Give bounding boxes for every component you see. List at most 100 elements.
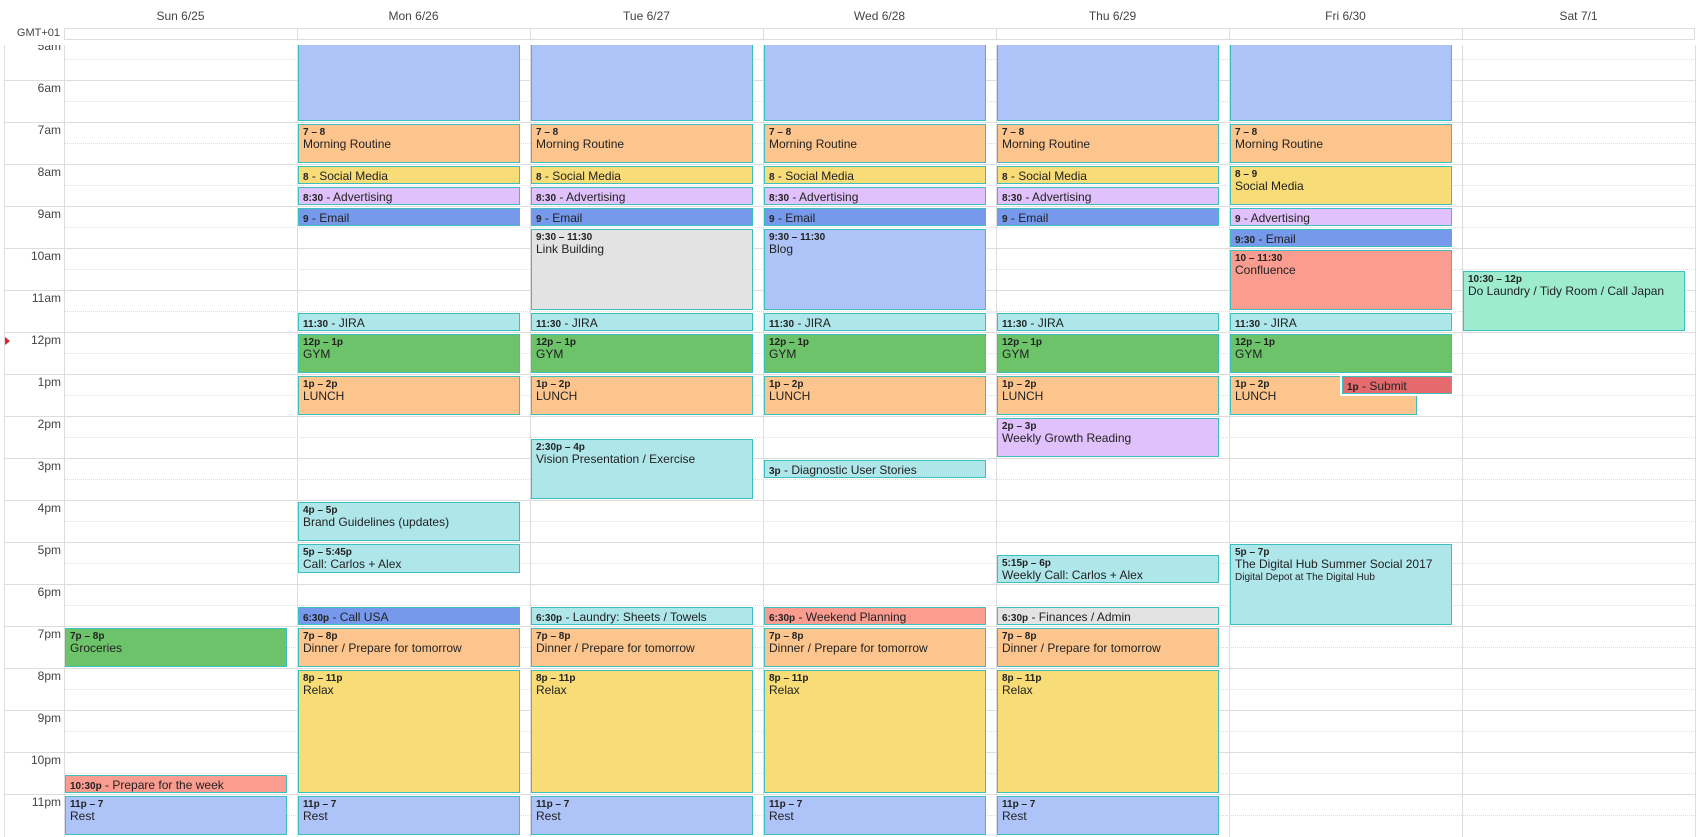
calendar-event[interactable]: 7 – 8 Morning Routine	[1230, 124, 1452, 163]
event-time: 8:30	[536, 193, 557, 204]
event-title: Advertising	[333, 190, 393, 204]
calendar-event[interactable]: 12p – 1p GYM	[1230, 334, 1452, 373]
calendar-event[interactable]	[531, 45, 753, 121]
calendar-event[interactable]	[764, 45, 986, 121]
calendar-event[interactable]: 7p – 8p Groceries	[65, 628, 287, 667]
calendar-event[interactable]: 1p – 2p LUNCH	[764, 376, 986, 415]
calendar-event[interactable]: 10:30p - Prepare for the week	[65, 775, 287, 793]
day-header[interactable]: Fri 6/30	[1229, 9, 1462, 23]
calendar-event[interactable]: 12p – 1p GYM	[531, 334, 753, 373]
calendar-event[interactable]: 6:30p - Weekend Planning	[764, 607, 986, 625]
event-title: Morning Routine	[1235, 137, 1324, 151]
calendar-event[interactable]: 7 – 8 Morning Routine	[298, 124, 520, 163]
calendar-event[interactable]: 12p – 1p GYM	[298, 334, 520, 373]
event-title: Diagnostic User Stories	[791, 463, 917, 477]
event-title: GYM	[1002, 347, 1030, 361]
hour-gridline	[5, 206, 1696, 207]
calendar-event[interactable]: 8:30 - Advertising	[764, 187, 986, 205]
calendar-event[interactable]: 8 - Social Media	[298, 166, 520, 184]
calendar-event[interactable]: 9 - Email	[997, 208, 1219, 226]
calendar-event[interactable]: 7 – 8 Morning Routine	[997, 124, 1219, 163]
calendar-event[interactable]: 11p – 7 Rest	[65, 796, 287, 835]
calendar-event[interactable]: 1p – 2p LUNCH	[298, 376, 520, 415]
calendar-event[interactable]: 7p – 8p Dinner / Prepare for tomorrow	[997, 628, 1219, 667]
calendar-event[interactable]: 8p – 11p Relax	[997, 670, 1219, 793]
calendar-event[interactable]: 12p – 1p GYM	[997, 334, 1219, 373]
calendar-event[interactable]: 8p – 11p Relax	[531, 670, 753, 793]
event-time: 12p – 1p	[1002, 337, 1043, 348]
calendar-event[interactable]: 2p – 3p Weekly Growth Reading	[997, 418, 1219, 457]
calendar-event[interactable]: 5:15p – 6p Weekly Call: Carlos + Alex	[997, 554, 1219, 583]
calendar-event[interactable]: 9 - Email	[531, 208, 753, 226]
event-title: Rest	[303, 809, 328, 823]
event-separator: -	[561, 316, 572, 330]
calendar-event[interactable]	[298, 45, 520, 121]
calendar-event[interactable]: 7p – 8p Dinner / Prepare for tomorrow	[531, 628, 753, 667]
time-grid[interactable]: 5am 6am 7am 8am 9am 10am 11am 12pm 1pm 2pm 3pm 4pm 5…	[4, 45, 1696, 837]
calendar-event[interactable]: 6:30p - Finances / Admin	[997, 607, 1219, 625]
calendar-event[interactable]: 2:30p – 4p Vision Presentation / Exercise	[531, 439, 753, 499]
day-header[interactable]: Sat 7/1	[1462, 9, 1695, 23]
calendar-event[interactable]: 11:30 - JIRA	[298, 313, 520, 331]
calendar-event[interactable]: 11p – 7 Rest	[997, 796, 1219, 835]
calendar-event[interactable]: 9:30 – 11:30 Blog	[764, 229, 986, 310]
calendar-event[interactable]: 11:30 - JIRA	[997, 313, 1219, 331]
event-title: LUNCH	[1002, 389, 1044, 403]
day-header[interactable]: Mon 6/26	[297, 9, 530, 23]
calendar-event[interactable]: 12p – 1p GYM	[764, 334, 986, 373]
day-header[interactable]: Wed 6/28	[763, 9, 996, 23]
calendar-event[interactable]: 10:30 – 12p Do Laundry / Tidy Room / Call…	[1463, 271, 1685, 331]
calendar-event[interactable]: 10 – 11:30 Confluence	[1230, 250, 1452, 310]
calendar-event[interactable]: 11p – 7 Rest	[531, 796, 753, 835]
all-day-column-divider	[1462, 29, 1463, 39]
event-separator: -	[1240, 211, 1251, 225]
calendar-event[interactable]: 9:30 - Email	[1230, 229, 1452, 247]
calendar-event[interactable]: 11:30 - JIRA	[531, 313, 753, 331]
calendar-event[interactable]: 8:30 - Advertising	[298, 187, 520, 205]
calendar-event[interactable]	[1230, 45, 1452, 121]
hour-label: 12pm	[30, 333, 61, 347]
calendar-event[interactable]: 1p – 2p LUNCH	[531, 376, 753, 415]
event-time: 11p – 7	[70, 799, 104, 810]
calendar-event[interactable]: 1p - Submit Invoice	[1342, 376, 1452, 394]
all-day-row[interactable]	[64, 28, 1695, 40]
calendar-event[interactable]: 8:30 - Advertising	[997, 187, 1219, 205]
calendar-event[interactable]: 11:30 - JIRA	[1230, 313, 1452, 331]
calendar-event[interactable]: 11p – 7 Rest	[764, 796, 986, 835]
calendar-event[interactable]: 8:30 - Advertising	[531, 187, 753, 205]
day-header[interactable]: Thu 6/29	[996, 9, 1229, 23]
calendar-event[interactable]: 8 - Social Media	[997, 166, 1219, 184]
calendar-event[interactable]: 5p – 7p The Digital Hub Summer Social 201…	[1230, 544, 1452, 625]
calendar-event[interactable]	[997, 45, 1219, 121]
calendar-event[interactable]: 7 – 8 Morning Routine	[764, 124, 986, 163]
calendar-event[interactable]: 11p – 7 Rest	[298, 796, 520, 835]
calendar-event[interactable]: 11:30 - JIRA	[764, 313, 986, 331]
calendar-event[interactable]: 8 - Social Media	[531, 166, 753, 184]
event-title: JIRA	[804, 316, 831, 330]
calendar-event[interactable]: 9 - Email	[764, 208, 986, 226]
day-header[interactable]: Tue 6/27	[530, 9, 763, 23]
calendar-event[interactable]: 8 – 9 Social Media	[1230, 166, 1452, 205]
calendar-event[interactable]: 9 - Advertising	[1230, 208, 1452, 226]
calendar-event[interactable]: 9:30 – 11:30 Link Building	[531, 229, 753, 310]
event-title: The Digital Hub Summer Social 2017	[1235, 557, 1433, 571]
event-time: 5:15p – 6p	[1002, 557, 1051, 569]
calendar-event[interactable]: 7p – 8p Dinner / Prepare for tomorrow	[764, 628, 986, 667]
event-title: Email	[319, 211, 350, 225]
calendar-event[interactable]: 7p – 8p Dinner / Prepare for tomorrow	[298, 628, 520, 667]
hour-gridline	[5, 374, 1696, 375]
calendar-event[interactable]: 8p – 11p Relax	[298, 670, 520, 793]
calendar-event[interactable]: 4p – 5p Brand Guidelines (updates)	[298, 502, 520, 541]
event-time: 10:30p	[70, 781, 102, 792]
event-title: Call: Carlos + Alex	[303, 557, 402, 571]
calendar-event[interactable]: 8p – 11p Relax	[764, 670, 986, 793]
day-header[interactable]: Sun 6/25	[64, 9, 297, 23]
calendar-event[interactable]: 5p – 5:45p Call: Carlos + Alex	[298, 544, 520, 573]
calendar-event[interactable]: 6:30p - Laundry: Sheets / Towels	[531, 607, 753, 625]
calendar-event[interactable]: 8 - Social Media	[764, 166, 986, 184]
calendar-event[interactable]: 3p - Diagnostic User Stories	[764, 460, 986, 478]
calendar-event[interactable]: 6:30p - Call USA	[298, 607, 520, 625]
calendar-event[interactable]: 7 – 8 Morning Routine	[531, 124, 753, 163]
calendar-event[interactable]: 1p – 2p LUNCH	[997, 376, 1219, 415]
calendar-event[interactable]: 9 - Email	[298, 208, 520, 226]
